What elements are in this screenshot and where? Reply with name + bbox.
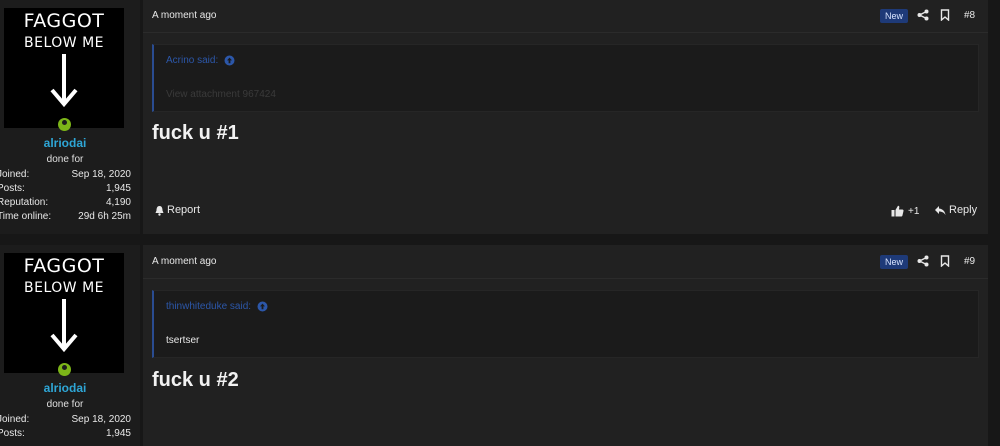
stat-time-online: Time online: 29d 6h 25m	[0, 211, 131, 225]
stat-label: Time online:	[0, 211, 52, 222]
quote-block: Acrino said: View attachment 967424	[152, 44, 979, 112]
post-time-link[interactable]: A moment ago	[152, 256, 216, 267]
arrow-circle-up-icon[interactable]	[224, 55, 235, 66]
like-button[interactable]: +1	[891, 205, 919, 217]
divider	[143, 32, 988, 33]
username-link[interactable]: alriodai	[0, 381, 130, 395]
post-9: FAGGOT BELOW ME alriodai done for Joined…	[0, 245, 1000, 446]
avatar-text-line1: FAGGOT	[23, 10, 105, 32]
stat-label: Posts:	[0, 183, 25, 194]
avatar[interactable]: FAGGOT BELOW ME	[4, 8, 124, 128]
arrow-down-icon	[50, 54, 78, 108]
post-number-link[interactable]: #8	[964, 10, 975, 21]
new-badge: New	[880, 255, 909, 269]
stat-value: 4,190	[105, 197, 131, 208]
post-content: fuck u #2	[152, 369, 239, 391]
avatar-text-line2: BELOW ME	[24, 280, 104, 296]
report-button[interactable]: Report	[154, 204, 200, 216]
stat-label: Reputation:	[0, 197, 49, 208]
post-main: A moment ago New #9 thinwhiteduke said: …	[143, 245, 988, 446]
quote-body: tsertser	[166, 335, 200, 346]
stat-value: 1,945	[105, 428, 131, 439]
new-badge: New	[880, 9, 909, 23]
quote-body: View attachment 967424	[166, 89, 276, 100]
stat-value: Sep 18, 2020	[71, 414, 132, 425]
quote-header[interactable]: Acrino said:	[166, 55, 235, 66]
stat-value: 29d 6h 25m	[78, 211, 131, 222]
stat-value: 1,945	[105, 183, 131, 194]
post-8: FAGGOT BELOW ME alriodai done for Joined…	[0, 0, 1000, 240]
username-link[interactable]: alriodai	[0, 136, 130, 150]
quote-header[interactable]: thinwhiteduke said:	[166, 301, 268, 312]
bell-icon	[155, 205, 164, 216]
like-count: +1	[908, 205, 920, 217]
user-title: done for	[46, 154, 84, 165]
stat-joined: Joined: Sep 18, 2020	[0, 414, 131, 428]
quote-author-link[interactable]: thinwhiteduke said:	[166, 301, 251, 312]
stat-label: Joined:	[0, 414, 30, 425]
reply-label: Reply	[949, 204, 978, 216]
quote-block: thinwhiteduke said: tsertser	[152, 290, 979, 358]
arrow-circle-up-icon[interactable]	[257, 301, 268, 312]
online-status-icon	[58, 118, 71, 131]
reply-button[interactable]: Reply	[934, 204, 977, 216]
divider	[143, 278, 988, 279]
arrow-down-icon	[50, 299, 78, 353]
report-label: Report	[167, 204, 201, 216]
user-panel: FAGGOT BELOW ME alriodai done for Joined…	[0, 0, 140, 234]
user-title: done for	[46, 399, 84, 410]
stat-label: Joined:	[0, 169, 30, 180]
stat-reputation: Reputation: 4,190	[0, 197, 131, 211]
avatar[interactable]: FAGGOT BELOW ME	[4, 253, 124, 373]
post-content: fuck u #1	[152, 122, 239, 144]
stat-posts: Posts: 1,945	[0, 428, 131, 442]
thumbs-up-icon	[891, 205, 904, 217]
stat-label: Posts:	[0, 428, 25, 439]
post-main: A moment ago New #8 Acrino said: View at…	[143, 0, 988, 234]
bookmark-icon[interactable]	[940, 9, 950, 21]
online-status-icon	[58, 363, 71, 376]
avatar-text-line1: FAGGOT	[23, 255, 105, 277]
quote-author-link[interactable]: Acrino said:	[166, 55, 218, 66]
user-panel: FAGGOT BELOW ME alriodai done for Joined…	[0, 245, 140, 446]
share-icon[interactable]	[917, 9, 929, 21]
bookmark-icon[interactable]	[940, 255, 950, 267]
stat-joined: Joined: Sep 18, 2020	[0, 169, 131, 183]
stat-posts: Posts: 1,945	[0, 183, 131, 197]
avatar-text-line2: BELOW ME	[24, 35, 104, 51]
stat-value: Sep 18, 2020	[71, 169, 132, 180]
reply-icon	[935, 205, 946, 215]
share-icon[interactable]	[917, 255, 929, 267]
post-number-link[interactable]: #9	[964, 256, 975, 267]
post-time-link[interactable]: A moment ago	[152, 10, 216, 21]
